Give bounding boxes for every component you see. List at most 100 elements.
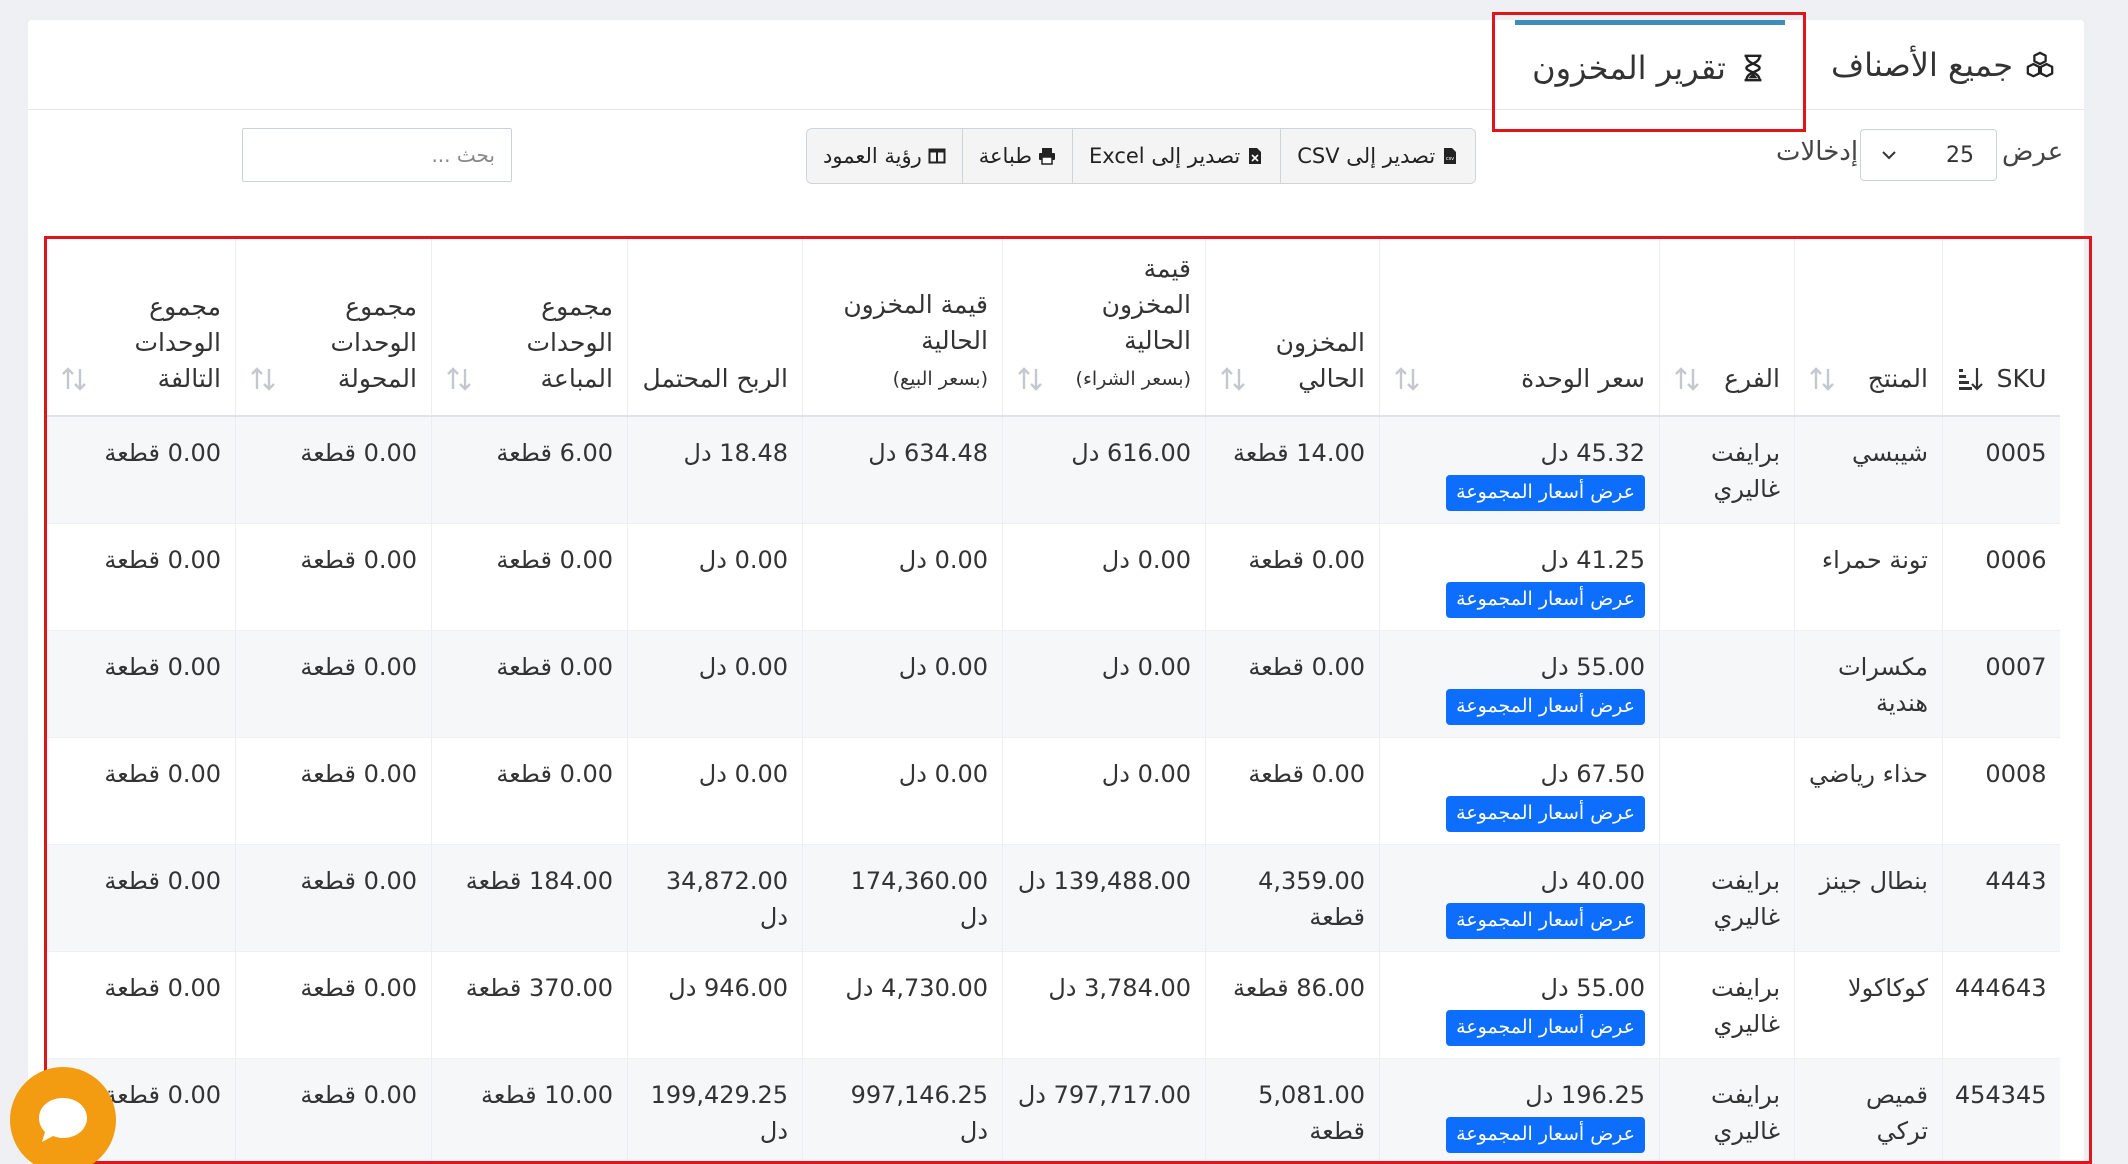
cell-sku: 0008 xyxy=(1942,737,2060,845)
page-size-select[interactable]: 25 xyxy=(1860,129,1997,181)
cell-branch: برايفت غاليري xyxy=(1659,1058,1795,1164)
cell-value-purchase: 0.00 دل xyxy=(1002,737,1206,845)
column-header[interactable]: سعر الوحدة xyxy=(1379,236,1660,417)
cell-product: كوكاكولا xyxy=(1794,951,1943,1059)
export-button-group: csv تصدير إلى CSV تصدير إلى Excel طباعة … xyxy=(806,128,1477,184)
cell-stock: 14.00 قطعة xyxy=(1205,416,1380,524)
cell-product: تونة حمراء xyxy=(1794,523,1943,631)
table-row: 0007 مكسرات هندية 55.00 دل عرض أسعار المجمو… xyxy=(46,630,2060,738)
cell-sold: 184.00 قطعة xyxy=(431,844,628,952)
cell-value-sale: 4,730.00 دل xyxy=(802,951,1003,1059)
cell-transferred: 0.00 قطعة xyxy=(235,416,432,524)
cell-profit: 0.00 دل xyxy=(627,630,803,738)
cell-sku: 4443 xyxy=(1942,844,2060,952)
tab-all-products-label: جميع الأصناف xyxy=(1830,46,2014,84)
stock-report-table: SKU المنتج الفرع سعر الوحدة المخزون الحا… xyxy=(46,236,2060,1164)
column-header[interactable]: الفرع xyxy=(1659,236,1795,417)
page-size-value: 25 xyxy=(1946,142,1974,168)
cell-branch: برايفت غاليري xyxy=(1659,844,1795,952)
column-header[interactable]: المخزون الحالي xyxy=(1205,236,1380,417)
column-header[interactable]: قيمة المخزون الحالية (بسعر البيع) xyxy=(802,236,1003,417)
group-prices-button[interactable]: عرض أسعار المجموعة xyxy=(1446,795,1645,832)
cell-value-sale: 0.00 دل xyxy=(802,737,1003,845)
search-input[interactable] xyxy=(242,128,512,182)
cell-value-purchase: 0.00 دل xyxy=(1002,630,1206,738)
show-label: عرض xyxy=(2002,137,2064,167)
cell-stock: 0.00 قطعة xyxy=(1205,523,1380,631)
tab-stock-report[interactable]: تقرير المخزون xyxy=(1515,20,1785,110)
group-prices-button[interactable]: عرض أسعار المجموعة xyxy=(1446,1009,1645,1046)
group-prices-button[interactable]: عرض أسعار المجموعة xyxy=(1446,688,1645,725)
column-header[interactable]: مجموع الوحدات المباعة xyxy=(431,236,628,417)
cell-value-sale: 634.48 دل xyxy=(802,416,1003,524)
columns-icon xyxy=(928,148,946,164)
cell-product: بنطال جينز xyxy=(1794,844,1943,952)
cell-value-purchase: 139,488.00 دل xyxy=(1002,844,1206,952)
column-visibility-button[interactable]: رؤية العمود xyxy=(807,129,962,183)
cell-damaged: 0.00 قطعة xyxy=(46,523,236,631)
cell-sku: 444643 xyxy=(1942,951,2060,1059)
column-header[interactable]: SKU xyxy=(1942,236,2060,417)
cell-unit-price: 196.25 دل عرض أسعار المجموعة xyxy=(1379,1058,1660,1164)
cell-value-sale: 174,360.00 دل xyxy=(802,844,1003,952)
print-button[interactable]: طباعة xyxy=(961,129,1073,183)
cell-unit-price: 41.25 دل عرض أسعار المجموعة xyxy=(1379,523,1660,631)
sort-icon xyxy=(251,367,275,391)
chat-widget-button[interactable] xyxy=(10,1067,116,1164)
column-header[interactable]: مجموع الوحدات المحولة xyxy=(235,236,432,417)
cell-sold: 10.00 قطعة xyxy=(431,1058,628,1164)
sort-icon xyxy=(1018,367,1042,391)
cell-branch xyxy=(1659,523,1795,631)
chat-icon xyxy=(39,1098,87,1142)
cell-stock: 4,359.00 قطعة xyxy=(1205,844,1380,952)
main-card: جميع الأصناف تقرير المخزون عرض 25 إدخالا… xyxy=(28,20,2084,1164)
sort-icon xyxy=(1810,367,1834,391)
cell-value-sale: 997,146.25 دل xyxy=(802,1058,1003,1164)
cell-damaged: 0.00 قطعة xyxy=(46,844,236,952)
csv-file-icon: csv xyxy=(1444,148,1457,164)
sort-icon xyxy=(62,367,86,391)
cell-unit-price: 67.50 دل عرض أسعار المجموعة xyxy=(1379,737,1660,845)
cell-branch xyxy=(1659,737,1795,845)
cell-profit: 34,872.00 دل xyxy=(627,844,803,952)
group-prices-button[interactable]: عرض أسعار المجموعة xyxy=(1446,475,1645,511)
cell-transferred: 0.00 قطعة xyxy=(235,951,432,1059)
table-row: 0008 حذاء رياضي 67.50 دل عرض أسعار المجموعة… xyxy=(46,737,2060,845)
cell-profit: 18.48 دل xyxy=(627,416,803,524)
cell-unit-price: 55.00 دل عرض أسعار المجموعة xyxy=(1379,630,1660,738)
cell-branch xyxy=(1659,630,1795,738)
export-excel-button[interactable]: تصدير إلى Excel xyxy=(1072,129,1281,183)
sort-icon xyxy=(1395,367,1419,391)
cell-sold: 0.00 قطعة xyxy=(431,630,628,738)
cell-product: قميص تركي xyxy=(1794,1058,1943,1164)
column-header[interactable]: مجموع الوحدات التالفة xyxy=(46,236,236,417)
column-header[interactable]: المنتج xyxy=(1794,236,1943,417)
export-csv-button[interactable]: csv تصدير إلى CSV xyxy=(1280,129,1476,183)
cell-profit: 199,429.25 دل xyxy=(627,1058,803,1164)
cell-unit-price: 40.00 دل عرض أسعار المجموعة xyxy=(1379,844,1660,952)
column-header[interactable]: قيمة المخزون الحالية (بسعر الشراء) xyxy=(1002,236,1206,417)
cell-value-purchase: 616.00 دل xyxy=(1002,416,1206,524)
group-prices-button[interactable]: عرض أسعار المجموعة xyxy=(1446,1116,1645,1153)
cell-sku: 454345 xyxy=(1942,1058,2060,1164)
group-prices-button[interactable]: عرض أسعار المجموعة xyxy=(1446,902,1645,939)
cell-sold: 0.00 قطعة xyxy=(431,523,628,631)
cell-damaged: 0.00 قطعة xyxy=(46,630,236,738)
cell-stock: 0.00 قطعة xyxy=(1205,737,1380,845)
table-row: 444643 كوكاكولا برايفت غاليري 55.00 دل عرض أ… xyxy=(46,951,2060,1059)
table-row: 0006 تونة حمراء 41.25 دل عرض أسعار المجموعة… xyxy=(46,523,2060,631)
cell-sku: 0007 xyxy=(1942,630,2060,738)
tab-all-products[interactable]: جميع الأصناف xyxy=(1803,20,2083,110)
cell-transferred: 0.00 قطعة xyxy=(235,630,432,738)
cell-transferred: 0.00 قطعة xyxy=(235,737,432,845)
cell-product: شيبسي xyxy=(1794,416,1943,524)
cell-damaged: 0.00 قطعة xyxy=(46,951,236,1059)
cell-transferred: 0.00 قطعة xyxy=(235,844,432,952)
group-prices-button[interactable]: عرض أسعار المجموعة xyxy=(1446,581,1645,618)
column-header[interactable]: الربح المحتمل xyxy=(627,236,803,417)
cell-stock: 5,081.00 قطعة xyxy=(1205,1058,1380,1164)
cell-profit: 0.00 دل xyxy=(627,737,803,845)
sort-icon xyxy=(1675,367,1699,391)
cell-stock: 0.00 قطعة xyxy=(1205,630,1380,738)
cell-unit-price: 45.32 دل عرض أسعار المجموعة xyxy=(1379,416,1660,524)
